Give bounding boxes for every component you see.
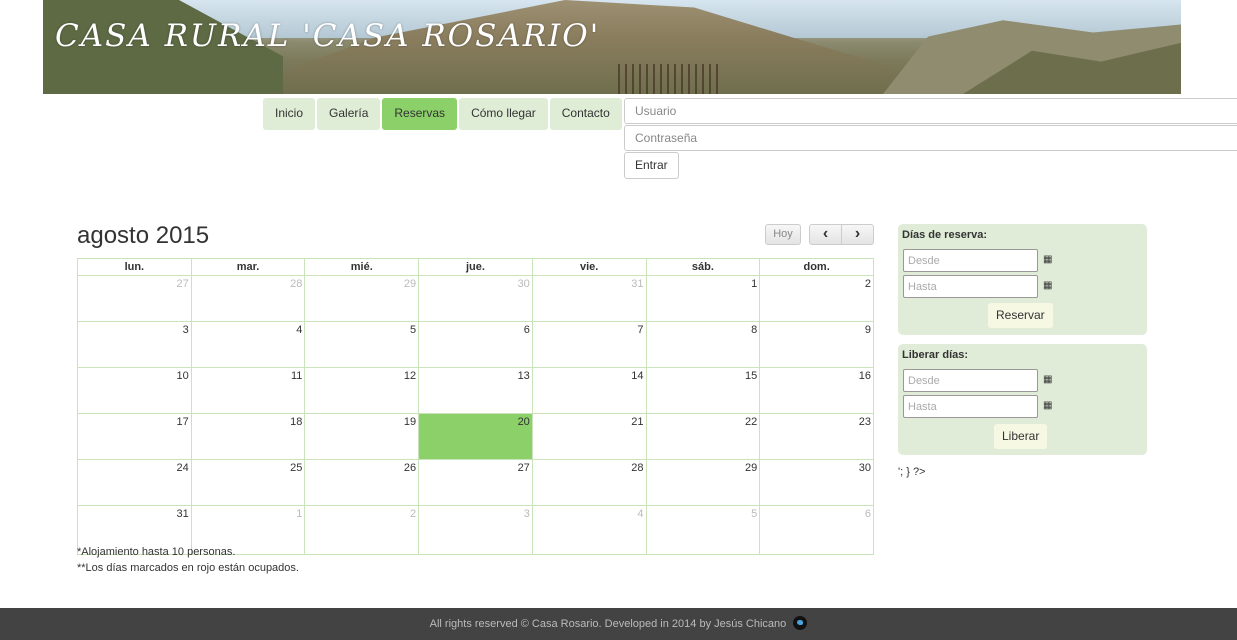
day-cell[interactable]: 13 [418,367,533,414]
twitter-icon[interactable] [793,616,808,631]
calendar-icon[interactable]: ▦ [1043,281,1053,291]
calendar-icon[interactable]: ▦ [1043,255,1053,265]
reserve-panel: Días de reserva: ▦ ▦ Reservar [898,224,1147,335]
day-cell[interactable]: 26 [304,459,420,506]
day-cell[interactable]: 29 [645,459,761,506]
day-cell[interactable]: 9 [759,321,874,368]
day-cell[interactable]: 8 [645,321,761,368]
reserve-panel-title: Días de reserva: [902,229,987,241]
username-input[interactable] [624,98,1237,124]
calendar-week: 27 28 29 30 31 1 2 [77,275,874,322]
day-cell[interactable]: 24 [77,459,192,506]
day-cell[interactable]: 5 [645,505,761,555]
nav-tab-como-llegar[interactable]: Cómo llegar [459,98,548,130]
release-button[interactable]: Liberar [994,424,1048,449]
day-cell[interactable]: 6 [759,505,874,555]
day-cell[interactable]: 19 [304,413,420,460]
day-cell[interactable]: 1 [645,275,761,322]
footer-text: All rights reserved © Casa Rosario. Deve… [429,618,787,630]
calendar-notes: *Alojamiento hasta 10 personas. **Los dí… [77,544,299,576]
day-cell[interactable]: 23 [759,413,874,460]
stray-code-text: '; } ?> [898,466,926,478]
login-button[interactable]: Entrar [624,152,679,179]
day-cell[interactable]: 12 [304,367,420,414]
day-cell[interactable]: 31 [531,275,647,322]
weekday-label: jue. [418,258,533,276]
day-cell[interactable]: 6 [418,321,533,368]
day-cell[interactable]: 4 [190,321,306,368]
calendar-grid: lun. mar. mié. jue. vie. sáb. dom. 27 28… [77,258,874,555]
password-input[interactable] [624,125,1237,151]
main-nav: Inicio Galería Reservas Cómo llegar Cont… [263,98,622,130]
release-from-input[interactable] [903,369,1038,392]
calendar-title: agosto 2015 [77,222,210,249]
note-capacity: *Alojamiento hasta 10 personas. [77,546,236,558]
nav-tab-contacto[interactable]: Contacto [549,98,622,130]
reserve-to-input[interactable] [903,275,1038,298]
chevron-right-icon[interactable]: › [841,224,874,245]
weekday-label: lun. [77,258,192,276]
day-cell[interactable]: 5 [304,321,420,368]
day-cell[interactable]: 27 [77,275,192,322]
release-panel: Liberar días: ▦ ▦ Liberar [898,344,1147,455]
login-form: Entrar [624,98,1237,179]
banner-fence [618,64,718,94]
calendar-icon[interactable]: ▦ [1043,401,1053,411]
day-cell[interactable]: 16 [759,367,874,414]
release-to-input[interactable] [903,395,1038,418]
calendar-week: 3 4 5 6 7 8 9 [77,321,874,368]
reserve-button[interactable]: Reservar [988,303,1053,328]
day-cell[interactable]: 22 [645,413,761,460]
weekday-label: vie. [531,258,647,276]
calendar-week: 17 18 19 20 21 22 23 [77,413,874,460]
weekday-label: mar. [190,258,306,276]
day-cell[interactable]: 4 [531,505,647,555]
reserve-from-input[interactable] [903,249,1038,272]
day-cell[interactable]: 30 [759,459,874,506]
release-panel-title: Liberar días: [902,349,969,361]
today-button[interactable]: Hoy [765,224,801,245]
calendar-week: 10 11 12 13 14 15 16 [77,367,874,414]
nav-tab-reservas[interactable]: Reservas [382,98,458,130]
footer: All rights reserved © Casa Rosario. Deve… [0,608,1237,640]
day-cell[interactable]: 25 [190,459,306,506]
day-cell[interactable]: 10 [77,367,192,414]
day-cell[interactable]: 2 [759,275,874,322]
day-cell[interactable]: 11 [190,367,306,414]
day-cell[interactable]: 18 [190,413,306,460]
chevron-left-icon[interactable]: ‹ [809,224,842,245]
day-cell[interactable]: 7 [531,321,647,368]
calendar-icon[interactable]: ▦ [1043,375,1053,385]
day-cell[interactable]: 17 [77,413,192,460]
weekday-label: mié. [304,258,420,276]
note-occupied: **Los días marcados en rojo están ocupad… [77,562,299,574]
day-cell[interactable]: 29 [304,275,420,322]
site-title: CASA RURAL 'CASA ROSARIO' [55,18,601,54]
day-cell[interactable]: 3 [418,505,533,555]
day-cell[interactable]: 3 [77,321,192,368]
day-cell[interactable]: 15 [645,367,761,414]
nav-tab-galeria[interactable]: Galería [317,98,381,130]
header-banner: CASA RURAL 'CASA ROSARIO' [43,0,1181,94]
day-cell-highlighted[interactable]: 20 [418,413,533,460]
day-cell[interactable]: 28 [190,275,306,322]
weekday-label: dom. [759,258,874,276]
weekday-header: lun. mar. mié. jue. vie. sáb. dom. [77,258,874,276]
day-cell[interactable]: 21 [531,413,647,460]
day-cell[interactable]: 30 [418,275,533,322]
weekday-label: sáb. [645,258,761,276]
day-cell[interactable]: 14 [531,367,647,414]
day-cell[interactable]: 27 [418,459,533,506]
day-cell[interactable]: 28 [531,459,647,506]
day-cell[interactable]: 2 [304,505,420,555]
nav-tab-inicio[interactable]: Inicio [263,98,316,130]
calendar-week: 24 25 26 27 28 29 30 [77,459,874,506]
